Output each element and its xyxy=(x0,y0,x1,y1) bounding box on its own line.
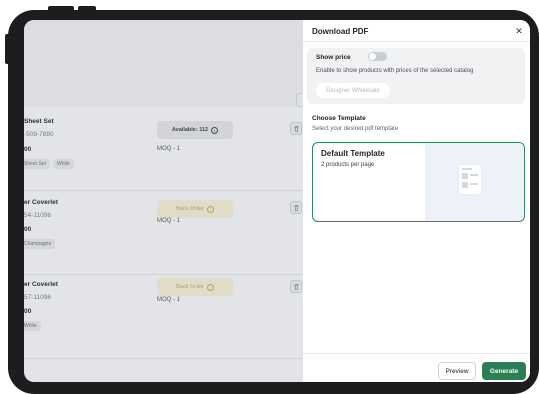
delete-button xyxy=(290,280,302,293)
delete-button xyxy=(290,201,302,214)
tag: White xyxy=(24,321,41,331)
product-title: er Coverlet xyxy=(24,281,58,288)
template-description: 2 products per page xyxy=(321,162,375,168)
panel-title: Download PDF xyxy=(312,27,369,36)
delete-button xyxy=(290,122,302,135)
tag: Champagne xyxy=(24,239,56,249)
moq-label: MOQ - 1 xyxy=(157,297,181,303)
product-tags: White xyxy=(24,321,41,331)
product-title: er Coverlet xyxy=(24,199,58,206)
catalog-select[interactable]: Designer Wholesale xyxy=(316,83,390,98)
panel-header: Download PDF ✕ xyxy=(303,20,530,42)
info-icon: i xyxy=(206,205,214,213)
product-price: 00 xyxy=(24,146,32,153)
availability-label: Back Order xyxy=(176,284,204,290)
close-icon[interactable]: ✕ xyxy=(513,25,525,37)
choose-template-subtitle: Select your desired pdf template xyxy=(312,126,399,132)
tablet-device: Sheet Set -509-7880 00 Sheet Set White A… xyxy=(0,0,539,394)
availability-badge: Back Order i xyxy=(157,200,233,218)
show-price-description: Enable to show products with prices of t… xyxy=(316,68,474,74)
info-icon: i xyxy=(211,126,219,134)
product-price: 00 xyxy=(24,308,32,315)
moq-label: MOQ - 1 xyxy=(157,146,181,152)
moq-label: MOQ - 1 xyxy=(157,218,181,224)
toggle-knob xyxy=(369,53,376,60)
screen: Sheet Set -509-7880 00 Sheet Set White A… xyxy=(24,20,530,382)
info-icon: i xyxy=(206,283,214,291)
template-name: Default Template xyxy=(321,149,385,158)
availability-badge: Back Order i xyxy=(157,278,233,296)
download-pdf-panel: Download PDF ✕ Show price Enable to show… xyxy=(303,20,530,382)
product-sku: 54-11096 xyxy=(24,212,51,219)
choose-template-title: Choose Template xyxy=(312,115,366,122)
tag: Sheet Set xyxy=(24,159,50,169)
show-price-toggle[interactable] xyxy=(368,52,387,61)
template-preview xyxy=(425,143,524,221)
availability-badge: Available: 112 i xyxy=(157,121,233,139)
product-title: Sheet Set xyxy=(24,118,54,125)
trash-icon xyxy=(293,126,299,132)
template-page-thumbnail-icon xyxy=(459,165,481,194)
trash-icon xyxy=(293,284,299,290)
availability-label: Back Order xyxy=(176,206,204,212)
product-sku: 57-11096 xyxy=(24,294,51,301)
trash-icon xyxy=(293,205,299,211)
availability-label: Available: 112 xyxy=(171,127,209,133)
product-sku: -509-7880 xyxy=(24,131,54,138)
product-tags: Champagne xyxy=(24,239,56,249)
product-price: 00 xyxy=(24,226,32,233)
product-tags: Sheet Set White xyxy=(24,159,74,169)
generate-button[interactable]: Generate xyxy=(482,362,526,380)
tag: White xyxy=(52,159,74,169)
template-card-default[interactable]: Default Template 2 products per page xyxy=(312,142,525,222)
preview-button[interactable]: Preview xyxy=(438,362,476,380)
show-price-label: Show price xyxy=(316,54,351,61)
